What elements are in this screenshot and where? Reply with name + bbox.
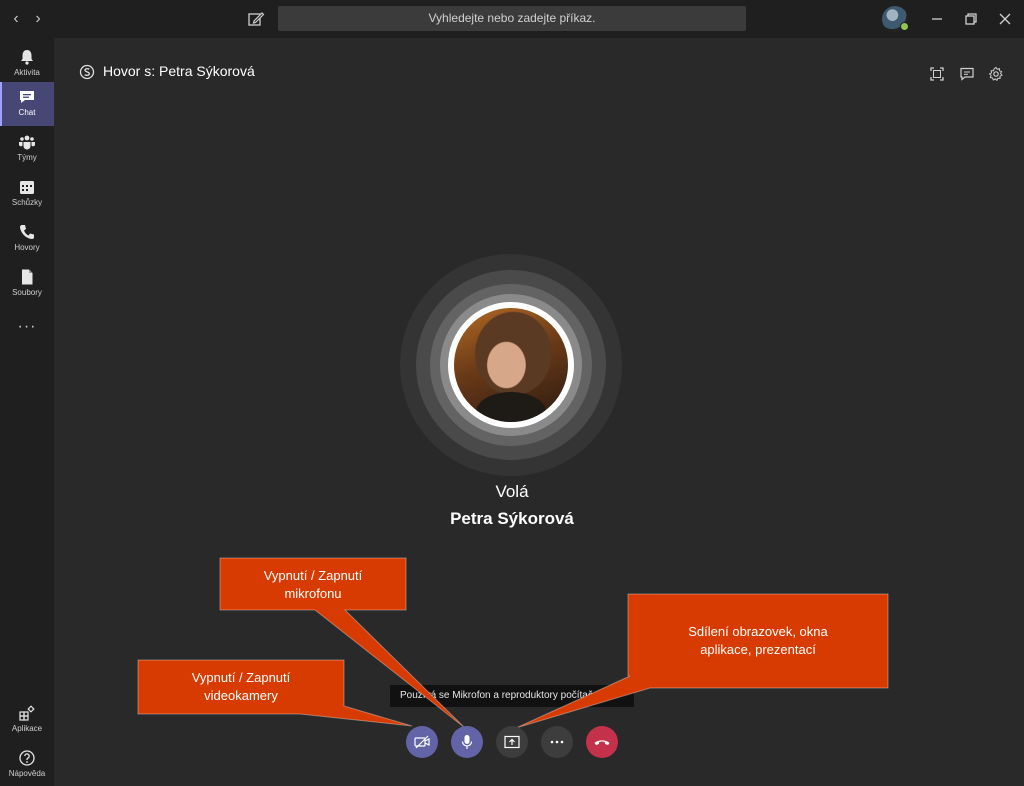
callout-line: mikrofonu bbox=[284, 586, 342, 601]
callout-microphone: Vypnutí / Zapnutí mikrofonu bbox=[220, 567, 406, 603]
more-actions-button[interactable] bbox=[541, 726, 573, 758]
hang-up-icon bbox=[594, 740, 610, 745]
microphone-toggle-button[interactable] bbox=[451, 726, 483, 758]
callout-share: Sdílení obrazovek, okna aplikace, prezen… bbox=[628, 623, 888, 659]
callout-line: videokamery bbox=[204, 688, 278, 703]
callout-line: Vypnutí / Zapnutí bbox=[191, 670, 291, 685]
callout-line: Vypnutí / Zapnutí bbox=[263, 568, 363, 583]
microphone-icon bbox=[461, 735, 473, 749]
callout-share-shape bbox=[515, 593, 889, 729]
callout-camera: Vypnutí / Zapnutí videokamery bbox=[138, 669, 344, 705]
more-icon bbox=[550, 740, 564, 744]
share-screen-icon bbox=[504, 735, 520, 749]
hang-up-button[interactable] bbox=[586, 726, 618, 758]
callout-line: Sdílení obrazovek, okna bbox=[688, 624, 828, 639]
share-screen-button[interactable] bbox=[496, 726, 528, 758]
camera-off-icon bbox=[414, 735, 430, 749]
callout-line: aplikace, prezentací bbox=[700, 642, 816, 657]
camera-toggle-button[interactable] bbox=[406, 726, 438, 758]
